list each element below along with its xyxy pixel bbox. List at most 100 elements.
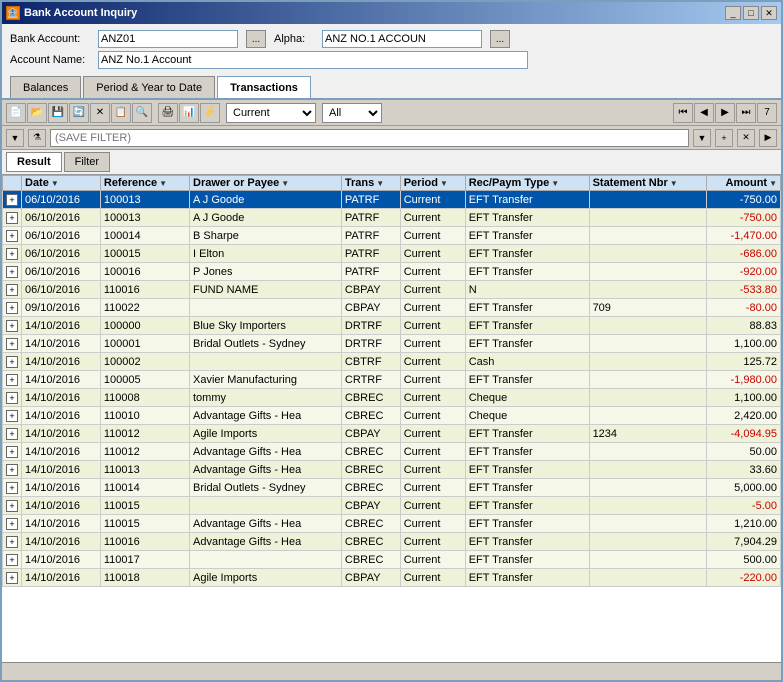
col-period[interactable]: Period▼ — [400, 176, 465, 191]
bank-account-input[interactable] — [98, 30, 238, 48]
expand-icon[interactable]: + — [6, 410, 18, 422]
table-row[interactable]: + 14/10/2016 110012 Agile Imports CBPAY … — [3, 425, 781, 443]
expand-icon[interactable]: + — [6, 572, 18, 584]
tb-delete-button[interactable]: ✕ — [90, 103, 110, 123]
tb-new-button[interactable]: 📄 — [6, 103, 26, 123]
table-row[interactable]: + 14/10/2016 110014 Bridal Outlets - Syd… — [3, 479, 781, 497]
tb-copy-button[interactable]: 📋 — [111, 103, 131, 123]
expand-icon[interactable]: + — [6, 518, 18, 530]
table-row[interactable]: + 06/10/2016 100015 I Elton PATRF Curren… — [3, 245, 781, 263]
col-stmt-nbr[interactable]: Statement Nbr▼ — [589, 176, 706, 191]
expand-icon[interactable]: + — [6, 338, 18, 350]
tb-find-button[interactable]: 🔍 — [132, 103, 152, 123]
row-reference: 110015 — [100, 515, 189, 533]
table-row[interactable]: + 14/10/2016 110018 Agile Imports CBPAY … — [3, 569, 781, 587]
col-payee[interactable]: Drawer or Payee▼ — [190, 176, 342, 191]
col-trans[interactable]: Trans▼ — [341, 176, 400, 191]
table-row[interactable]: + 06/10/2016 100013 A J Goode PATRF Curr… — [3, 209, 781, 227]
table-row[interactable]: + 14/10/2016 100000 Blue Sky Importers D… — [3, 317, 781, 335]
row-period: Current — [400, 551, 465, 569]
row-date: 09/10/2016 — [22, 299, 101, 317]
nav-first-button[interactable]: ⏮ — [673, 103, 693, 123]
expand-icon[interactable]: + — [6, 266, 18, 278]
expand-icon[interactable]: + — [6, 392, 18, 404]
filter-clear-button[interactable]: ✕ — [737, 129, 755, 147]
result-tab-filter[interactable]: Filter — [64, 152, 110, 172]
row-amount: -750.00 — [706, 209, 780, 227]
col-date[interactable]: Date▼ — [22, 176, 101, 191]
account-name-input[interactable] — [98, 51, 528, 69]
form-area: Bank Account: ... Alpha: ... Account Nam… — [2, 24, 781, 76]
table-row[interactable]: + 06/10/2016 100013 A J Goode PATRF Curr… — [3, 191, 781, 209]
tb-filter-button[interactable]: ⚡ — [200, 103, 220, 123]
table-row[interactable]: + 14/10/2016 100005 Xavier Manufacturing… — [3, 371, 781, 389]
table-row[interactable]: + 06/10/2016 100014 B Sharpe PATRF Curre… — [3, 227, 781, 245]
expand-icon[interactable]: + — [6, 230, 18, 242]
expand-icon[interactable]: + — [6, 320, 18, 332]
table-row[interactable]: + 14/10/2016 110017 CBREC Current EFT Tr… — [3, 551, 781, 569]
tb-refresh-button[interactable]: 🔄 — [69, 103, 89, 123]
tb-extra-button[interactable]: 7 — [757, 103, 777, 123]
filter-save-button[interactable]: + — [715, 129, 733, 147]
nav-prev-button[interactable]: ◀ — [694, 103, 714, 123]
table-row[interactable]: + 14/10/2016 110012 Advantage Gifts - He… — [3, 443, 781, 461]
expand-icon[interactable]: + — [6, 374, 18, 386]
filter-funnel-button[interactable]: ⚗ — [28, 129, 46, 147]
row-rec-type: N — [465, 281, 589, 299]
tb-export-button[interactable]: 📊 — [179, 103, 199, 123]
expand-icon[interactable]: + — [6, 302, 18, 314]
table-row[interactable]: + 14/10/2016 110013 Advantage Gifts - He… — [3, 461, 781, 479]
expand-icon[interactable]: + — [6, 356, 18, 368]
table-row[interactable]: + 14/10/2016 100002 CBTRF Current Cash 1… — [3, 353, 781, 371]
tab-transactions[interactable]: Transactions — [217, 76, 311, 98]
col-rec-type[interactable]: Rec/Paym Type▼ — [465, 176, 589, 191]
result-tab-result[interactable]: Result — [6, 152, 62, 172]
tb-open-button[interactable]: 📂 — [27, 103, 47, 123]
expand-icon[interactable]: + — [6, 554, 18, 566]
tb-print-button[interactable]: 🖨 — [158, 103, 178, 123]
table-row[interactable]: + 14/10/2016 110010 Advantage Gifts - He… — [3, 407, 781, 425]
bank-account-browse-button[interactable]: ... — [246, 30, 266, 48]
expand-icon[interactable]: + — [6, 428, 18, 440]
expand-icon[interactable]: + — [6, 482, 18, 494]
col-amount[interactable]: Amount▼ — [706, 176, 780, 191]
table-row[interactable]: + 09/10/2016 110022 CBPAY Current EFT Tr… — [3, 299, 781, 317]
data-table-container[interactable]: Date▼ Reference▼ Drawer or Payee▼ Trans▼… — [2, 175, 781, 662]
filter-dropdown-button[interactable]: ▼ — [693, 129, 711, 147]
expand-icon[interactable]: + — [6, 194, 18, 206]
expand-icon[interactable]: + — [6, 212, 18, 224]
table-row[interactable]: + 14/10/2016 100001 Bridal Outlets - Syd… — [3, 335, 781, 353]
period-dropdown[interactable]: Current — [226, 103, 316, 123]
table-row[interactable]: + 14/10/2016 110015 Advantage Gifts - He… — [3, 515, 781, 533]
table-row[interactable]: + 14/10/2016 110016 Advantage Gifts - He… — [3, 533, 781, 551]
expand-icon[interactable]: + — [6, 284, 18, 296]
nav-next-button[interactable]: ▶ — [715, 103, 735, 123]
tab-balances[interactable]: Balances — [10, 76, 81, 98]
tb-save-button[interactable]: 💾 — [48, 103, 68, 123]
expand-icon[interactable]: + — [6, 536, 18, 548]
filter-input[interactable] — [50, 129, 689, 147]
table-row[interactable]: + 14/10/2016 110015 CBPAY Current EFT Tr… — [3, 497, 781, 515]
expand-icon[interactable]: + — [6, 248, 18, 260]
row-date: 14/10/2016 — [22, 335, 101, 353]
filter-toggle-button[interactable]: ▼ — [6, 129, 24, 147]
nav-last-button[interactable]: ⏭ — [736, 103, 756, 123]
window-title: Bank Account Inquiry — [24, 7, 137, 19]
all-dropdown[interactable]: All — [322, 103, 382, 123]
alpha-browse-button[interactable]: ... — [490, 30, 510, 48]
expand-icon[interactable]: + — [6, 500, 18, 512]
expand-icon[interactable]: + — [6, 464, 18, 476]
expand-icon[interactable]: + — [6, 446, 18, 458]
alpha-input[interactable] — [322, 30, 482, 48]
maximize-button[interactable]: □ — [743, 6, 759, 20]
table-row[interactable]: + 06/10/2016 100016 P Jones PATRF Curren… — [3, 263, 781, 281]
col-reference[interactable]: Reference▼ — [100, 176, 189, 191]
table-row[interactable]: + 14/10/2016 110008 tommy CBREC Current … — [3, 389, 781, 407]
minimize-button[interactable]: _ — [725, 6, 741, 20]
row-stmt-nbr — [589, 551, 706, 569]
table-row[interactable]: + 06/10/2016 110016 FUND NAME CBPAY Curr… — [3, 281, 781, 299]
row-stmt-nbr — [589, 533, 706, 551]
tab-period-year[interactable]: Period & Year to Date — [83, 76, 215, 98]
close-button[interactable]: ✕ — [761, 6, 777, 20]
filter-apply-button[interactable]: ▶ — [759, 129, 777, 147]
